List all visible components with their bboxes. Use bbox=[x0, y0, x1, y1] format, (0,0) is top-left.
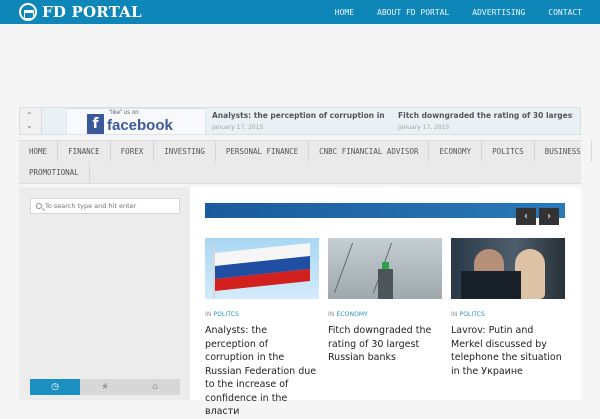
search-icon bbox=[36, 203, 42, 209]
category-nav-row-1: HOME FINANCE FOREX INVESTING PERSONAL FI… bbox=[19, 141, 592, 162]
article-category-link[interactable]: POLITCS bbox=[459, 311, 484, 318]
star-icon[interactable]: ★ bbox=[80, 379, 130, 395]
facebook-f-icon: f bbox=[87, 114, 104, 134]
ticker-item[interactable]: Analysts: the perception of corruption i… bbox=[212, 111, 386, 131]
facebook-wordmark: facebook bbox=[107, 117, 173, 134]
logo-emblem-icon bbox=[19, 3, 37, 21]
top-menu: HOME ABOUT FD PORTAL ADVERTISING CONTACT bbox=[312, 0, 582, 24]
article-title[interactable]: Fitch downgraded the rating of 30 larges… bbox=[328, 324, 440, 365]
category-nav-row-2: PROMOTIONAL bbox=[19, 162, 90, 183]
ticker-controls: ⌃ ⌄ bbox=[20, 108, 42, 134]
flag bbox=[215, 243, 310, 291]
leaders-image[interactable] bbox=[451, 238, 565, 299]
next-slide-icon[interactable]: › bbox=[539, 208, 559, 225]
featured-slider bbox=[205, 203, 565, 218]
ticker-date: January 17, 2015 bbox=[398, 124, 450, 131]
article-category: IN POLITCS bbox=[451, 311, 565, 318]
facebook-like-small-text: "like" us on bbox=[109, 110, 139, 116]
category-politcs[interactable]: POLITCS bbox=[482, 141, 535, 162]
category-finance[interactable]: FINANCE bbox=[58, 141, 111, 162]
article-category-prefix: IN bbox=[451, 311, 458, 318]
category-cnbc-financial-advisor[interactable]: CNBC FINANCIAL ADVISOR bbox=[309, 141, 430, 162]
ticker-down-icon[interactable]: ⌄ bbox=[26, 122, 33, 130]
top-nav-advertising[interactable]: ADVERTISING bbox=[472, 8, 525, 17]
site-logo[interactable]: FD PORTAL bbox=[19, 2, 142, 22]
logo-text: FD PORTAL bbox=[42, 3, 142, 21]
sidebar: ◷ ★ ⌂ bbox=[19, 187, 190, 400]
article-card[interactable]: IN ECONOMY Fitch downgraded the rating o… bbox=[328, 238, 442, 365]
category-investing[interactable]: INVESTING bbox=[154, 141, 216, 162]
russian-flag-image[interactable] bbox=[205, 238, 319, 299]
tower-image[interactable] bbox=[328, 238, 442, 299]
tag-icon[interactable]: ⌂ bbox=[130, 379, 180, 395]
main-content: ‹ › IN POLITCS Analysts: the perception … bbox=[190, 187, 581, 417]
previous-slide-icon[interactable]: ‹ bbox=[516, 208, 536, 225]
ticker-title: Analysts: the perception of corruption i… bbox=[212, 111, 386, 120]
article-category-link[interactable]: ECONOMY bbox=[336, 311, 367, 318]
ticker-date: January 17, 2015 bbox=[212, 124, 264, 131]
category-navigation: HOME FINANCE FOREX INVESTING PERSONAL FI… bbox=[19, 140, 592, 184]
article-card[interactable]: IN POLITCS Analysts: the perception of c… bbox=[205, 238, 319, 419]
ticker-title: Fitch downgraded the rating of 30 larges… bbox=[398, 111, 573, 120]
category-business[interactable]: BUSINESS bbox=[535, 141, 592, 162]
category-economy[interactable]: ECONOMY bbox=[429, 141, 483, 162]
top-nav-contact[interactable]: CONTACT bbox=[548, 8, 582, 17]
article-category-prefix: IN bbox=[205, 311, 212, 318]
facebook-like-badge[interactable]: f "like" us on facebook bbox=[66, 108, 206, 135]
clock-icon[interactable]: ◷ bbox=[30, 379, 80, 395]
category-forex[interactable]: FOREX bbox=[111, 141, 155, 162]
article-card[interactable]: IN POLITCS Lavrov: Putin and Merkel disc… bbox=[451, 238, 565, 378]
top-nav-about[interactable]: ABOUT FD PORTAL bbox=[377, 8, 449, 17]
search-box[interactable] bbox=[30, 198, 180, 214]
article-category-link[interactable]: POLITCS bbox=[213, 311, 238, 318]
ticker-up-icon[interactable]: ⌃ bbox=[26, 112, 33, 120]
tower-shape bbox=[378, 269, 393, 299]
category-personal-finance[interactable]: PERSONAL FINANCE bbox=[216, 141, 310, 162]
article-title[interactable]: Lavrov: Putin and Merkel discussed by te… bbox=[451, 324, 563, 378]
article-category: IN ECONOMY bbox=[328, 311, 442, 318]
news-ticker: ⌃ ⌄ f "like" us on facebook Analysts: th… bbox=[19, 107, 581, 135]
tower-star bbox=[382, 262, 389, 269]
article-category-prefix: IN bbox=[328, 311, 335, 318]
search-input[interactable] bbox=[45, 200, 175, 212]
ticker-item[interactable]: Fitch downgraded the rating of 30 larges… bbox=[398, 111, 573, 131]
top-navigation-bar: FD PORTAL HOME ABOUT FD PORTAL ADVERTISI… bbox=[0, 0, 600, 24]
article-category: IN POLITCS bbox=[205, 311, 319, 318]
article-title[interactable]: Analysts: the perception of corruption i… bbox=[205, 324, 317, 419]
dark-clothing bbox=[461, 271, 521, 299]
top-nav-home[interactable]: HOME bbox=[335, 8, 354, 17]
category-home[interactable]: HOME bbox=[19, 141, 59, 162]
category-promotional[interactable]: PROMOTIONAL bbox=[19, 162, 90, 183]
sidebar-tabs: ◷ ★ ⌂ bbox=[30, 379, 180, 395]
